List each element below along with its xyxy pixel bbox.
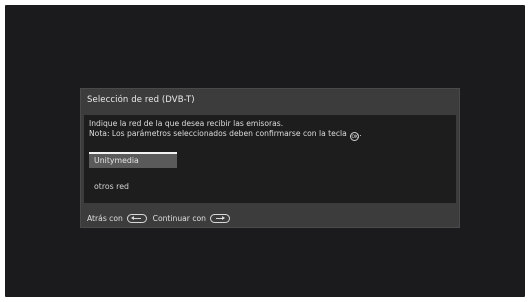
tv-screen: Selección de red (DVB-T) Indique la red … bbox=[5, 5, 525, 297]
continue-hint-label: Continuar con bbox=[152, 214, 206, 223]
dialog-title: Selección de red (DVB-T) bbox=[87, 95, 195, 105]
dialog-body: Indique la red de la que desea recibir l… bbox=[84, 115, 456, 203]
dialog-footer: Atrás con Continuar con bbox=[87, 214, 233, 223]
back-button-icon[interactable] bbox=[127, 214, 148, 223]
instruction-text: Indique la red de la que desea recibir l… bbox=[89, 119, 284, 128]
note-period: . bbox=[359, 129, 362, 138]
network-option-label: otros red bbox=[94, 182, 129, 191]
note-text: Nota: Los parámetros seleccionados deben… bbox=[89, 129, 347, 138]
back-hint-label: Atrás con bbox=[87, 214, 123, 223]
network-selection-dialog: Selección de red (DVB-T) Indique la red … bbox=[80, 88, 460, 228]
screenshot-frame: Selección de red (DVB-T) Indique la red … bbox=[0, 0, 530, 302]
network-option-unitymedia[interactable]: Unitymedia bbox=[89, 152, 177, 168]
network-list[interactable]: Unitymedia otros red bbox=[89, 152, 177, 195]
network-option-otros-red[interactable]: otros red bbox=[89, 179, 177, 195]
ok-button-icon: OK bbox=[350, 132, 360, 141]
note-line: Nota: Los parámetros seleccionados deben… bbox=[89, 129, 362, 141]
network-option-label: Unitymedia bbox=[94, 156, 139, 165]
forward-button-icon[interactable] bbox=[210, 214, 231, 223]
